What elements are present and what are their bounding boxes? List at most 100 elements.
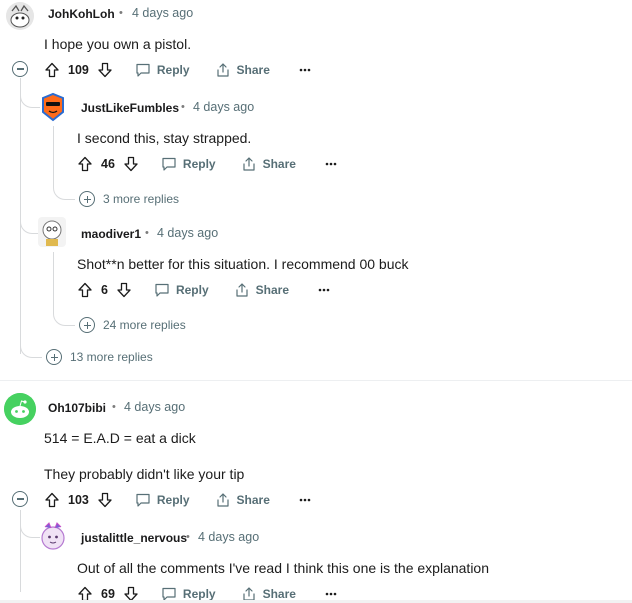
share-icon xyxy=(216,63,229,77)
thread-connector xyxy=(20,78,40,108)
reply-icon xyxy=(136,63,150,77)
share-label: Share xyxy=(262,157,296,171)
comment-timestamp[interactable]: 4 days ago xyxy=(193,100,254,114)
share-label: Share xyxy=(262,587,296,601)
reply-label: Reply xyxy=(175,283,209,297)
thread-connector xyxy=(20,510,40,538)
upvote-button[interactable] xyxy=(77,156,93,172)
user-avatar-icon xyxy=(6,2,34,30)
reply-icon xyxy=(162,157,176,171)
comment-author[interactable]: justalittle_nervous xyxy=(81,531,187,545)
more-replies-button[interactable]: 3 more replies xyxy=(79,191,179,207)
thread-connector xyxy=(20,330,42,358)
comment-body: 514 = E.A.D = eat a dick xyxy=(44,430,196,446)
downvote-button[interactable] xyxy=(123,156,139,172)
reply-icon xyxy=(136,493,150,507)
reply-button[interactable]: Reply xyxy=(154,282,209,298)
collapse-thread-button[interactable] xyxy=(12,61,28,77)
vote-count: 103 xyxy=(68,493,89,507)
downvote-button[interactable] xyxy=(97,62,113,78)
comment-body: Shot**n better for this situation. I rec… xyxy=(77,256,409,272)
comment-actions: 46 Reply Share xyxy=(77,153,338,175)
more-options-icon xyxy=(299,498,311,502)
reply-button[interactable]: Reply xyxy=(135,492,190,508)
comment-author[interactable]: Oh107bibi xyxy=(48,401,106,415)
user-avatar-icon xyxy=(41,522,65,550)
downvote-icon xyxy=(98,62,112,78)
more-replies-label: 24 more replies xyxy=(103,318,186,332)
more-replies-button[interactable]: 24 more replies xyxy=(79,317,186,333)
comment-author[interactable]: JohKohLoh xyxy=(48,7,115,21)
avatar[interactable] xyxy=(38,217,66,247)
comment-actions: 109 Reply Share xyxy=(44,59,312,81)
vote-count: 109 xyxy=(68,63,89,77)
comment-author[interactable]: maodiver1 xyxy=(81,227,141,241)
avatar[interactable] xyxy=(6,2,34,30)
more-options-icon xyxy=(325,162,337,166)
more-options-icon xyxy=(325,592,337,596)
expand-icon xyxy=(79,317,95,333)
comment-timestamp[interactable]: 4 days ago xyxy=(124,400,185,414)
reply-label: Reply xyxy=(156,493,190,507)
downvote-icon xyxy=(98,492,112,508)
expand-icon xyxy=(46,349,62,365)
share-icon xyxy=(236,283,248,297)
comment-timestamp[interactable]: 4 days ago xyxy=(157,226,218,240)
upvote-button[interactable] xyxy=(44,62,60,78)
more-replies-label: 13 more replies xyxy=(70,350,153,364)
more-options-icon xyxy=(318,288,330,292)
reply-label: Reply xyxy=(182,157,216,171)
minus-icon xyxy=(16,498,24,500)
downvote-button[interactable] xyxy=(116,282,132,298)
meta-separator: • xyxy=(181,101,185,113)
comment-author[interactable]: JustLikeFumbles xyxy=(81,101,179,115)
comment-body-paragraph: They probably didn't like your tip xyxy=(44,466,245,482)
vote-count: 6 xyxy=(101,283,108,297)
user-avatar-icon xyxy=(42,92,64,122)
thread-connector xyxy=(53,302,75,326)
upvote-button[interactable] xyxy=(77,282,93,298)
vote-count: 69 xyxy=(101,587,115,601)
more-options-button[interactable] xyxy=(298,63,312,77)
more-replies-label: 3 more replies xyxy=(103,192,180,206)
avatar[interactable] xyxy=(39,92,67,122)
thread-connector xyxy=(53,176,75,200)
share-label: Share xyxy=(255,283,289,297)
minus-icon xyxy=(16,68,24,70)
comment-timestamp[interactable]: 4 days ago xyxy=(132,6,193,20)
share-button[interactable]: Share xyxy=(215,62,270,78)
share-button[interactable]: Share xyxy=(241,156,296,172)
thread-connector xyxy=(20,202,40,234)
upvote-icon xyxy=(78,156,92,172)
meta-separator: • xyxy=(119,7,123,19)
more-options-icon xyxy=(299,68,311,72)
comment-timestamp[interactable]: 4 days ago xyxy=(198,530,259,544)
share-icon xyxy=(242,157,255,171)
thread-line xyxy=(53,126,54,176)
share-button[interactable]: Share xyxy=(215,492,270,508)
more-replies-button[interactable]: 13 more replies xyxy=(46,349,153,365)
more-options-button[interactable] xyxy=(324,157,338,171)
share-label: Share xyxy=(236,493,270,507)
upvote-icon xyxy=(45,492,59,508)
downvote-button[interactable] xyxy=(97,492,113,508)
upvote-icon xyxy=(78,282,92,298)
share-button[interactable]: Share xyxy=(234,282,289,298)
expand-icon xyxy=(79,191,95,207)
reply-label: Reply xyxy=(182,587,216,601)
meta-separator: • xyxy=(145,227,149,239)
more-options-button[interactable] xyxy=(298,493,312,507)
share-label: Share xyxy=(236,63,270,77)
avatar[interactable] xyxy=(4,393,36,425)
comment-body: I hope you own a pistol. xyxy=(44,36,192,52)
collapse-thread-button[interactable] xyxy=(12,491,28,507)
more-options-button[interactable] xyxy=(317,283,331,297)
reply-label: Reply xyxy=(156,63,190,77)
avatar[interactable] xyxy=(39,521,67,553)
default-avatar-icon xyxy=(4,393,36,425)
upvote-icon xyxy=(45,62,59,78)
more-options-button[interactable] xyxy=(324,587,338,601)
reply-button[interactable]: Reply xyxy=(161,156,216,172)
upvote-button[interactable] xyxy=(44,492,60,508)
reply-button[interactable]: Reply xyxy=(135,62,190,78)
